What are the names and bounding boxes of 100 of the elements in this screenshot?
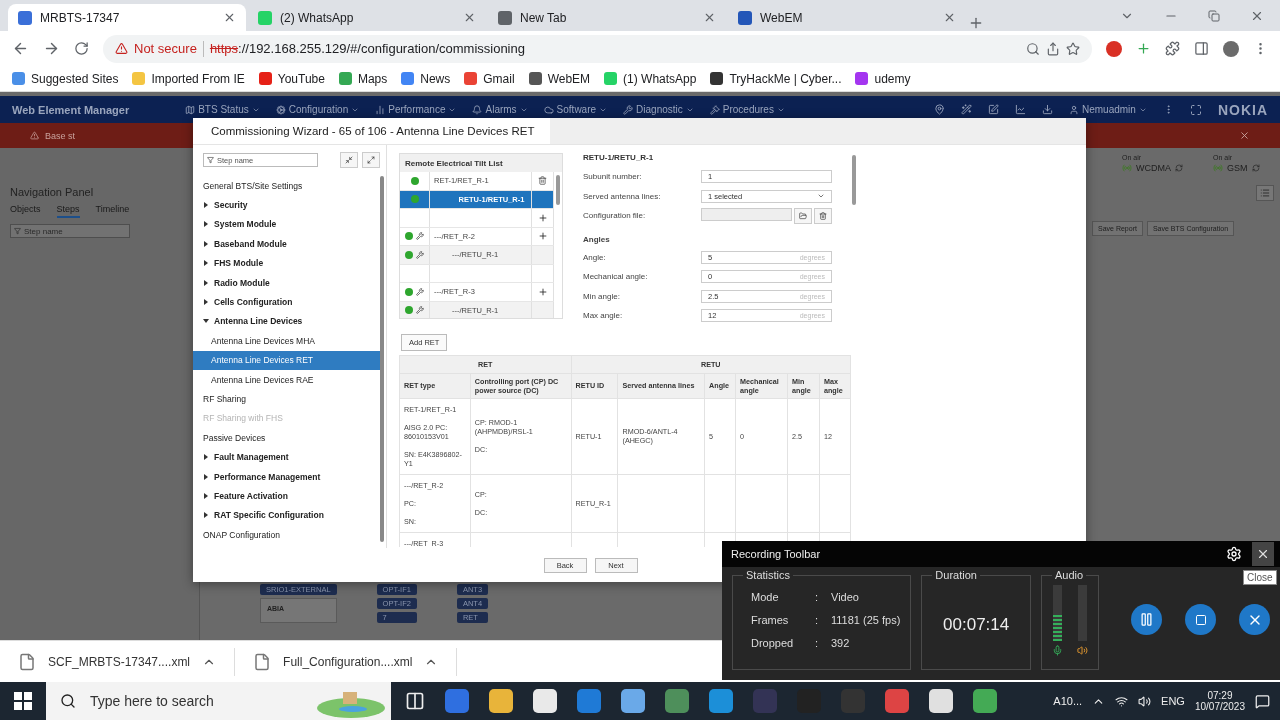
pin-icon[interactable]: [933, 104, 945, 115]
windows-logo-icon[interactable]: [14, 692, 32, 710]
bookmark[interactable]: Imported From IE: [132, 71, 245, 86]
step-item[interactable]: Antenna Line Devices: [193, 311, 380, 332]
step-item[interactable]: Security: [193, 195, 380, 215]
trash-icon[interactable]: [538, 176, 547, 186]
avatar-icon[interactable]: [1223, 40, 1239, 57]
edit-icon[interactable]: [987, 104, 999, 115]
scrollbar[interactable]: [852, 155, 856, 205]
menu-item[interactable]: Software: [543, 104, 608, 115]
caret-icon[interactable]: [203, 454, 209, 461]
caret-icon[interactable]: [203, 260, 209, 267]
search-field[interactable]: Type here to search: [46, 682, 391, 720]
download-name[interactable]: SCF_MRBTS-17347....xml: [48, 654, 191, 669]
filter-field[interactable]: Step name: [10, 224, 130, 238]
plus-icon[interactable]: [537, 286, 548, 297]
new-tab-icon[interactable]: [968, 15, 984, 31]
task-view-icon[interactable]: [405, 691, 425, 711]
step-item[interactable]: System Module: [193, 214, 380, 235]
browser-tab[interactable]: (2) WhatsApp: [248, 4, 486, 31]
step-item[interactable]: Cells Configuration: [193, 292, 380, 312]
caret-icon[interactable]: [203, 318, 209, 325]
menu-item[interactable]: Performance: [375, 104, 457, 115]
plus-icon[interactable]: [537, 231, 548, 242]
volume-icon[interactable]: [1138, 694, 1152, 708]
browser-tab[interactable]: MRBTS-17347: [8, 4, 246, 31]
app-icon[interactable]: [533, 689, 557, 713]
bookmark[interactable]: Suggested Sites: [12, 71, 119, 86]
close-icon[interactable]: [1239, 130, 1250, 141]
caret-icon[interactable]: [203, 512, 209, 519]
scrollbar[interactable]: [556, 175, 560, 205]
bookmark[interactable]: WebEM: [528, 71, 591, 86]
zoom-icon[interactable]: [1026, 41, 1040, 56]
step-item[interactable]: Performance Management: [193, 466, 380, 487]
close-icon[interactable]: [463, 11, 476, 24]
extensions-icon[interactable]: [1165, 41, 1180, 56]
plus-icon[interactable]: [1136, 41, 1151, 56]
step-item[interactable]: Baseband Module: [193, 234, 380, 254]
close-button[interactable]: [1252, 542, 1274, 566]
settings-icon[interactable]: [1226, 546, 1242, 562]
browse-button[interactable]: [794, 207, 812, 224]
download-icon[interactable]: [1041, 104, 1053, 115]
speaker-icon[interactable]: [1077, 645, 1088, 656]
menu-item[interactable]: Procedures: [709, 104, 785, 115]
bookmark[interactable]: (1) WhatsApp: [604, 71, 697, 86]
fullscreen-icon[interactable]: [1189, 103, 1202, 116]
step-item[interactable]: ONAP Configuration: [193, 525, 380, 545]
step-item[interactable]: Passive Devices: [193, 428, 380, 448]
menu-item[interactable]: Diagnostic: [623, 104, 694, 115]
forward-icon[interactable]: [43, 40, 60, 57]
step-item[interactable]: Radio Module: [193, 272, 380, 293]
reload-icon[interactable]: [74, 41, 89, 56]
caret-icon[interactable]: [203, 279, 209, 286]
extension-icon[interactable]: [1106, 40, 1122, 57]
caret-icon[interactable]: [203, 221, 209, 228]
bookmark[interactable]: Maps: [338, 71, 388, 86]
caret-icon[interactable]: [203, 202, 209, 209]
step-item[interactable]: Antenna Line Devices RET: [193, 350, 380, 370]
chart-icon[interactable]: [1014, 104, 1026, 115]
download-name[interactable]: Full_Configuration....xml: [283, 654, 413, 669]
step-item[interactable]: RF Sharing: [193, 389, 380, 409]
menu-item[interactable]: Alarms: [472, 104, 528, 115]
app-icon[interactable]: [621, 689, 645, 713]
step-item[interactable]: General BTS/Site Settings: [193, 176, 380, 196]
restore-icon[interactable]: [1208, 9, 1220, 22]
user-menu[interactable]: Nemuadmin: [1068, 104, 1147, 115]
scrollbar[interactable]: [380, 176, 384, 542]
close-icon[interactable]: [943, 11, 956, 24]
browser-tab[interactable]: New Tab: [488, 4, 726, 31]
collapse-button[interactable]: [340, 152, 358, 168]
bookmark[interactable]: Gmail: [464, 71, 515, 86]
caret-icon[interactable]: [203, 473, 209, 480]
app-icon[interactable]: [973, 689, 997, 713]
browser-tab[interactable]: WebEM: [728, 4, 966, 31]
stop-button[interactable]: [1185, 604, 1216, 635]
file-field[interactable]: [701, 207, 792, 221]
bookmark[interactable]: udemy: [855, 71, 911, 86]
menu-item[interactable]: BTS Status: [185, 104, 260, 115]
share-icon[interactable]: [1046, 41, 1060, 56]
menu-item[interactable]: Configuration: [275, 104, 360, 115]
notification-icon[interactable]: [1255, 693, 1270, 709]
caret-icon[interactable]: [203, 492, 209, 499]
language-text[interactable]: ENG: [1161, 695, 1185, 707]
step-item[interactable]: Fault Management: [193, 447, 380, 467]
weather-text[interactable]: A10...: [1053, 695, 1083, 707]
app-icon[interactable]: [929, 689, 953, 713]
pause-button[interactable]: [1131, 604, 1162, 635]
delete-button[interactable]: [814, 207, 832, 224]
star-icon[interactable]: [1066, 41, 1080, 56]
step-item[interactable]: Antenna Line Devices RAE: [193, 369, 380, 390]
step-item[interactable]: Feature Activation: [193, 486, 380, 506]
sidebar-icon[interactable]: [1194, 41, 1209, 56]
back-icon[interactable]: [12, 40, 29, 57]
app-icon[interactable]: [709, 689, 733, 713]
caret-icon[interactable]: [203, 240, 209, 247]
address-bar[interactable]: Not secure https://192.168.255.129/#/configuration/commissioning: [103, 34, 1092, 63]
bookmark[interactable]: TryHackMe | Cyber...: [710, 71, 842, 86]
network-icon[interactable]: [1115, 694, 1129, 708]
caret-icon[interactable]: [203, 299, 209, 306]
step-item[interactable]: FHS Module: [193, 253, 380, 273]
